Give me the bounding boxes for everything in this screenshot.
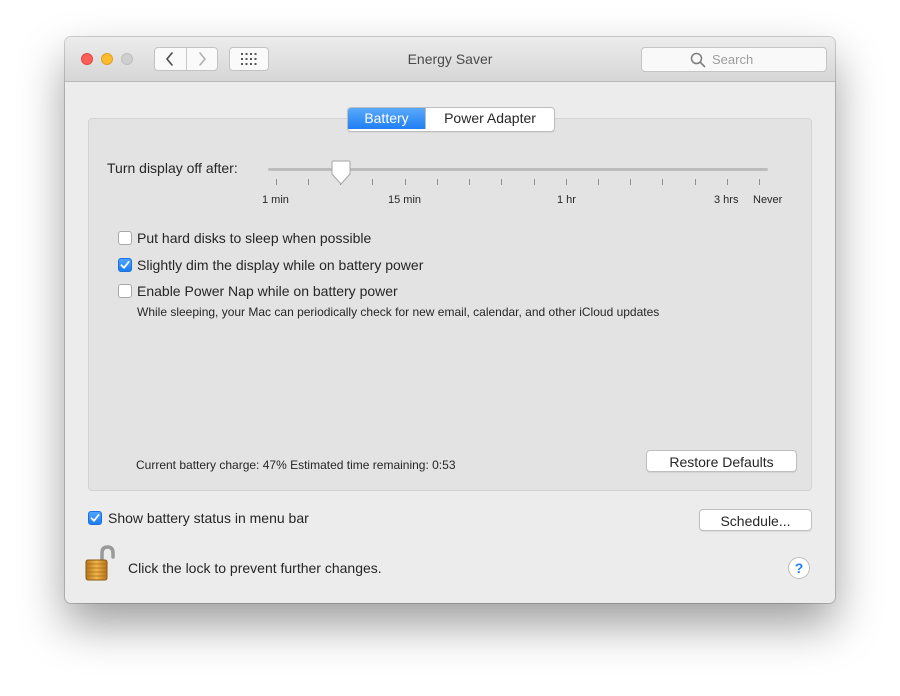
slider-tick <box>630 179 631 185</box>
tab-battery[interactable]: Battery <box>348 108 425 129</box>
hard-disk-sleep-checkbox[interactable] <box>118 231 132 245</box>
slider-tick <box>662 179 663 185</box>
dim-display-checkbox[interactable] <box>118 258 132 272</box>
display-sleep-label: Turn display off after: <box>107 160 238 176</box>
power-nap-checkbox[interactable] <box>118 284 132 298</box>
slider-tick <box>759 179 760 185</box>
slider-tick <box>534 179 535 185</box>
slider-tick <box>566 179 567 185</box>
hard-disk-sleep-label: Put hard disks to sleep when possible <box>137 230 372 246</box>
battery-status-text: Current battery charge: 47% Estimated ti… <box>136 458 456 472</box>
slider-tick <box>405 179 406 185</box>
tick-label-15min: 15 min <box>388 194 422 206</box>
checkmark-icon <box>120 261 130 269</box>
tab-power-adapter[interactable]: Power Adapter <box>425 108 554 129</box>
power-nap-label: Enable Power Nap while on battery power <box>137 283 398 299</box>
slider-tick <box>469 179 470 185</box>
tick-label-3hrs: 3 hrs <box>714 194 739 206</box>
slider-tick <box>501 179 502 185</box>
dim-display-label: Slightly dim the display while on batter… <box>137 257 424 273</box>
tick-label-1min: 1 min <box>262 194 289 206</box>
tab-control: Battery Power Adapter <box>347 107 555 132</box>
tick-label-never: Never <box>753 194 783 206</box>
checkmark-icon <box>90 514 100 522</box>
tick-label-1hr: 1 hr <box>557 194 576 206</box>
show-battery-status-label: Show battery status in menu bar <box>108 510 309 526</box>
schedule-button[interactable]: Schedule... <box>699 509 812 531</box>
search-placeholder: Search <box>712 52 754 67</box>
unlocked-padlock-icon[interactable] <box>85 545 117 583</box>
lock-message: Click the lock to prevent further change… <box>128 560 382 576</box>
help-button[interactable]: ? <box>788 557 810 579</box>
slider-tick <box>276 179 277 185</box>
power-nap-description: While sleeping, your Mac can periodicall… <box>137 305 660 319</box>
search-field[interactable]: Search <box>641 47 827 72</box>
title-bar: Energy Saver Search <box>65 37 835 82</box>
search-icon <box>690 52 706 68</box>
slider-knob[interactable] <box>330 160 352 186</box>
slider-tick <box>437 179 438 185</box>
slider-tick <box>372 179 373 185</box>
restore-defaults-button[interactable]: Restore Defaults <box>646 450 797 472</box>
slider-tick <box>695 179 696 185</box>
energy-saver-window: Energy Saver Search Battery Power Adapte… <box>65 37 835 603</box>
slider-tick <box>727 179 728 185</box>
slider-tick <box>308 179 309 185</box>
show-battery-status-checkbox[interactable] <box>88 511 102 525</box>
slider-tick <box>598 179 599 185</box>
